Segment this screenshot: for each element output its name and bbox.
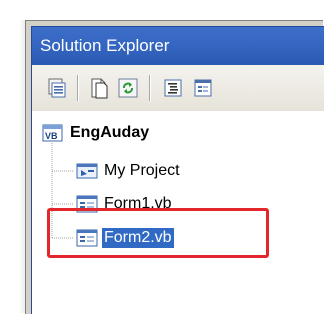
title-bar[interactable]: Solution Explorer [31,26,324,65]
my-project-icon [76,163,98,179]
view-designer-button[interactable] [192,77,214,99]
show-all-files-button[interactable] [88,77,110,99]
tree-node-project[interactable]: VB EngAuday [42,121,149,145]
annotation-highlight-box [47,208,269,258]
view-code-icon [164,79,182,97]
solution-explorer-toolbar [31,65,324,111]
properties-icon [48,78,66,98]
my-project-label: My Project [104,162,180,179]
refresh-icon [118,78,138,98]
refresh-button[interactable] [117,77,139,99]
show-all-files-icon [91,78,108,99]
tree-node-my-project[interactable]: My Project [76,159,180,183]
view-designer-icon [194,79,212,97]
panel-title: Solution Explorer [40,36,170,55]
properties-button[interactable] [46,77,68,99]
toolbar-separator [77,75,79,101]
project-label: EngAuday [70,124,150,141]
vb-project-icon: VB [42,124,63,142]
toolbar-separator [149,75,151,101]
solution-explorer-window: Solution Explorer VB EngAuday My Project… [25,20,324,314]
view-code-button[interactable] [162,77,184,99]
svg-text:VB: VB [45,131,58,141]
